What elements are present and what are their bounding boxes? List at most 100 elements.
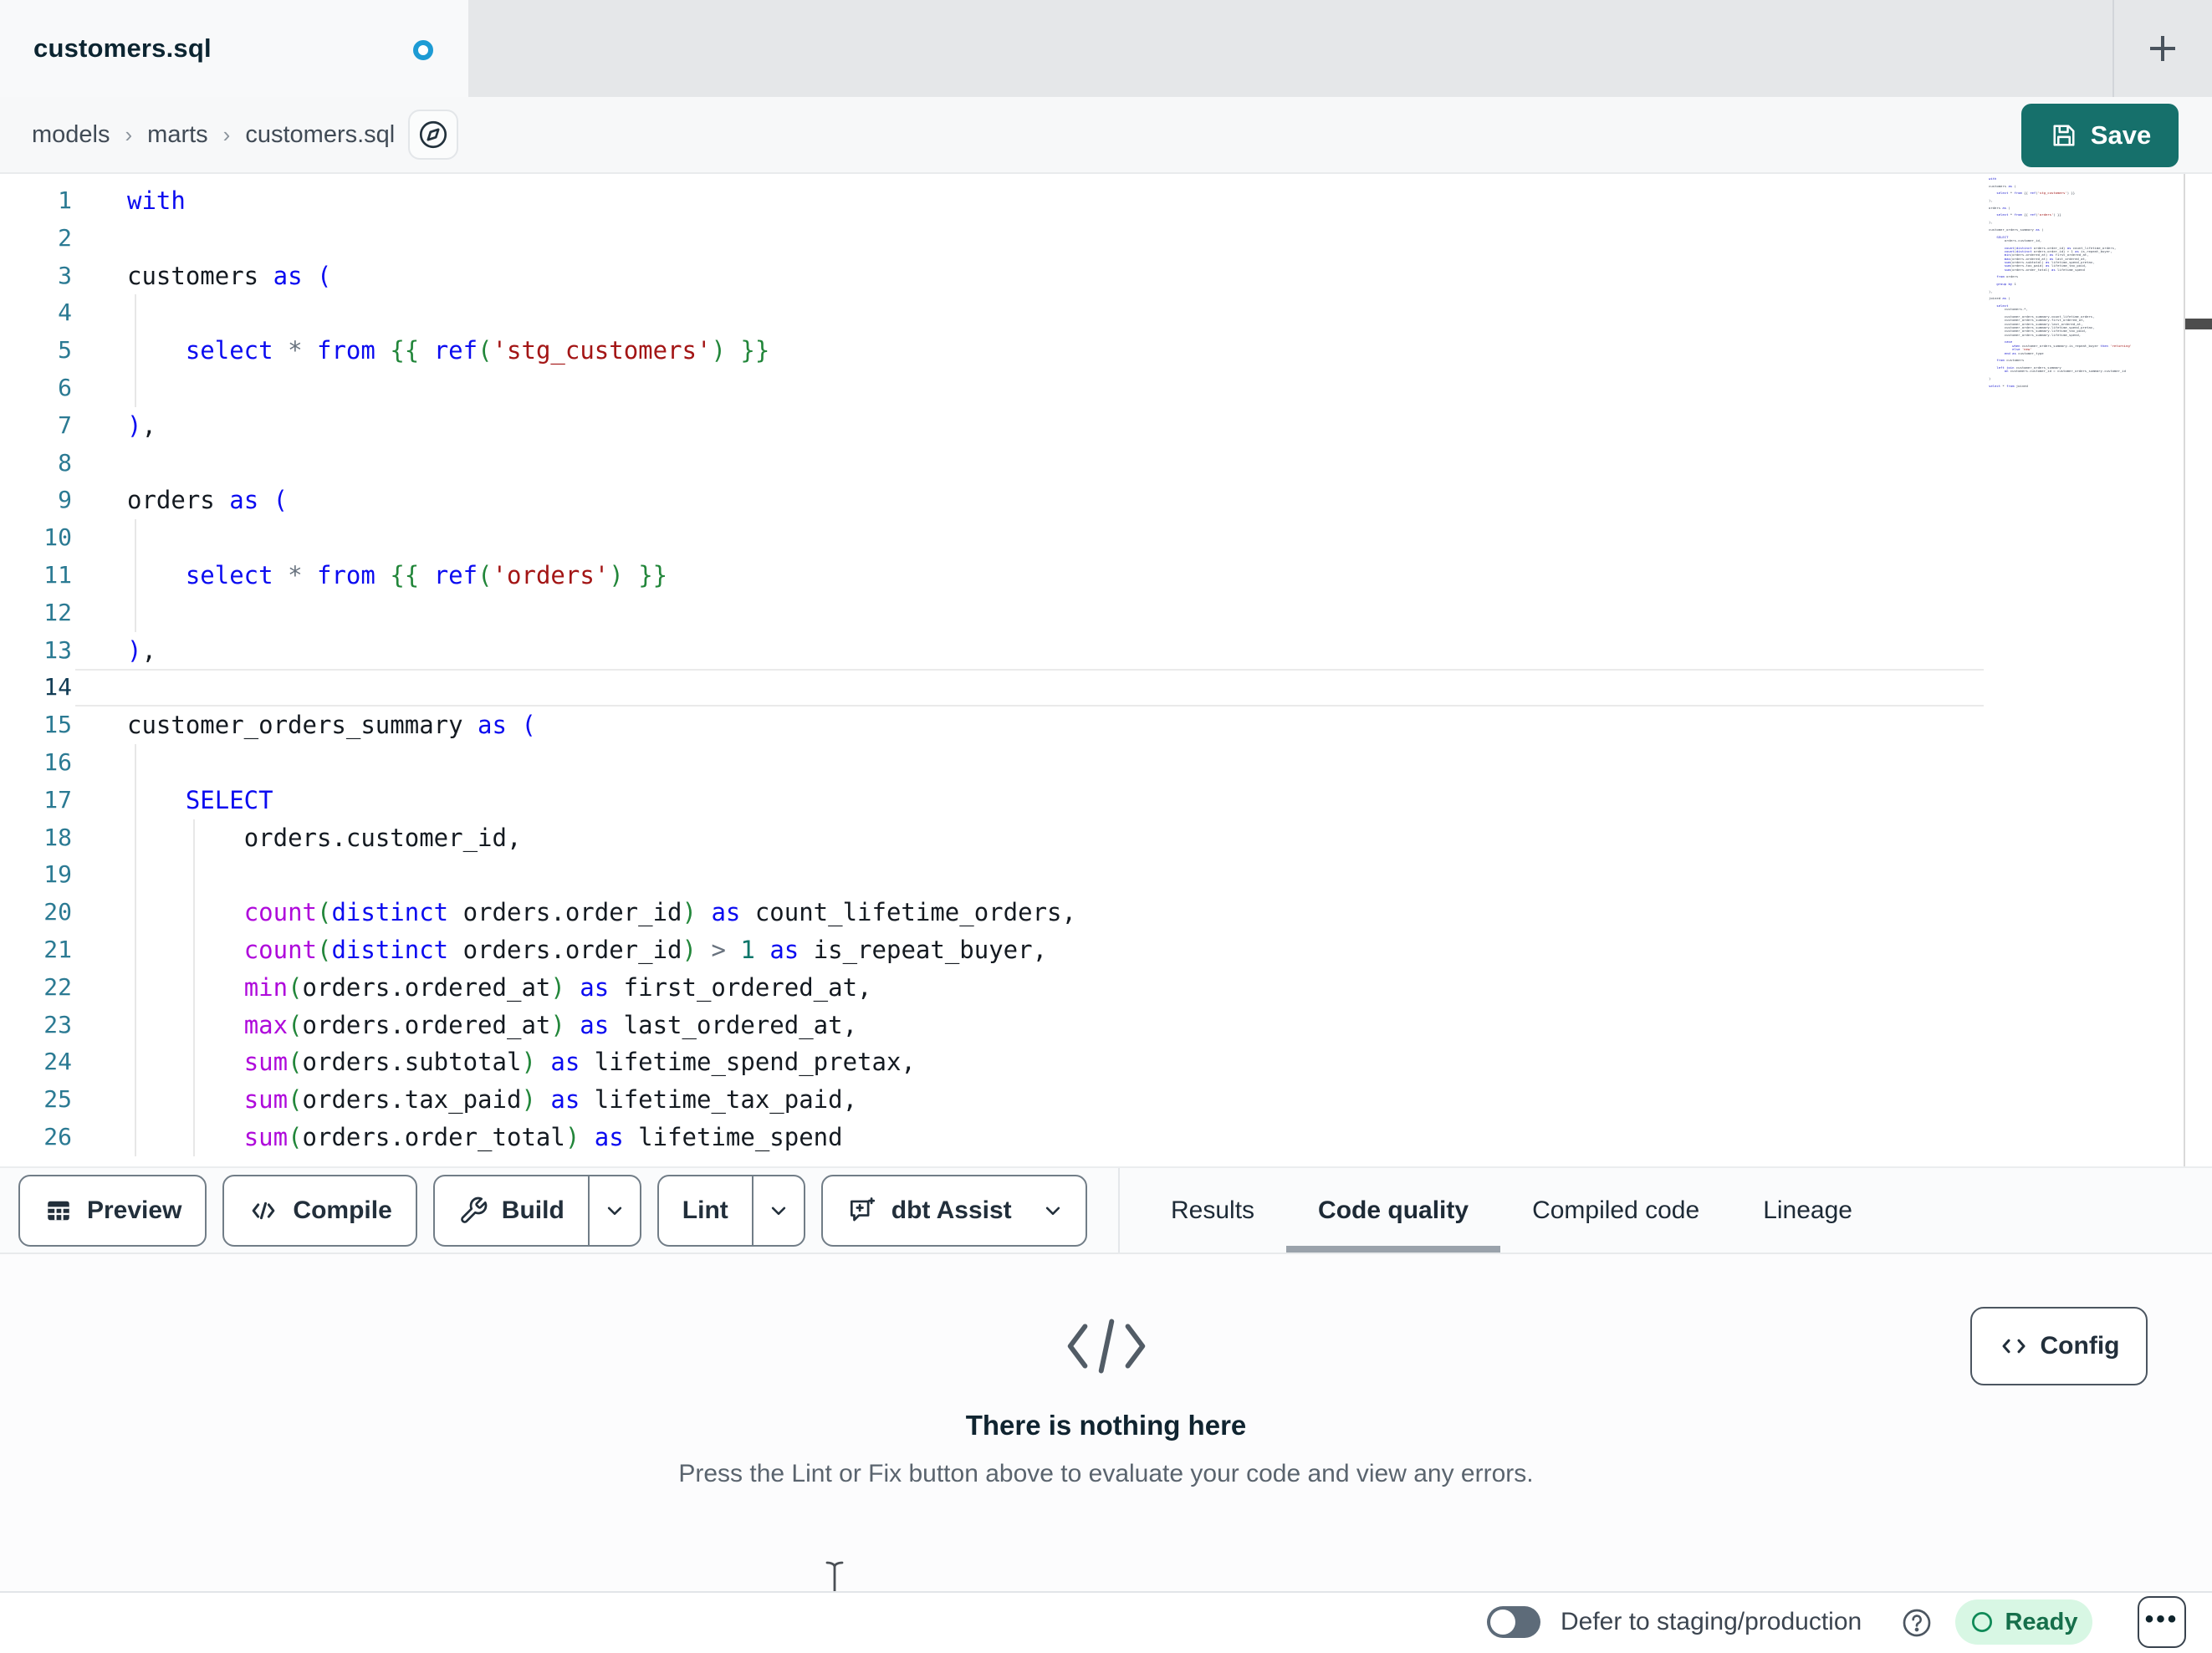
tab-code-quality[interactable]: Code quality [1286,1168,1501,1253]
toggle-knob [1490,1610,1515,1635]
lint-button-main[interactable]: Lint [659,1176,752,1245]
code-line-10[interactable]: 10 [0,519,2212,557]
code-line-18[interactable]: 18 orders.customer_id, [0,819,2212,857]
dbt-assist-button[interactable]: dbt Assist [820,1175,1087,1247]
breadcrumb-item-marts[interactable]: marts [147,121,208,149]
code-line-11[interactable]: 11 select * from {{ ref('orders') }} [0,557,2212,594]
build-button-main[interactable]: Build [435,1176,588,1245]
lint-button-label: Lint [682,1196,728,1224]
code-line-13[interactable]: 13), [0,632,2212,670]
defer-toggle[interactable] [1487,1606,1540,1638]
more-options-button[interactable]: ••• [2138,1596,2186,1648]
indent-guide [135,370,136,407]
status-badge-ready: Ready [1955,1599,2092,1645]
code-line-3[interactable]: 3 customers as ( [0,258,2212,295]
code-slash-icon [0,1306,2212,1386]
code-text: orders as ( [127,486,289,515]
breadcrumb-separator: › [125,121,133,147]
code-line-2[interactable]: 2 [0,220,2212,258]
lint-button[interactable]: Lint [656,1175,805,1247]
preview-button[interactable]: Preview [18,1175,207,1247]
code-line-24[interactable]: 24 sum(orders.subtotal) as lifetime_spen… [0,1043,2212,1082]
code-line-17[interactable]: 17 SELECT [0,781,2212,819]
line-number: 10 [43,523,72,552]
line-number: 2 [58,223,72,252]
breadcrumb-bar: models › marts › customers.sql Save [0,97,2212,174]
tab-results[interactable]: Results [1139,1168,1286,1253]
code-line-20[interactable]: 20 count(distinct orders.order_id) as co… [0,894,2212,931]
code-line-12[interactable]: 12 [0,594,2212,632]
code-line-8[interactable]: 8 [0,445,2212,482]
line-number: 19 [43,860,72,889]
line-number: 25 [43,1085,72,1114]
line-number: 5 [58,336,72,365]
code-line-7[interactable]: 7), [0,407,2212,445]
code-line-26[interactable]: 26 sum(orders.order_total) as lifetime_s… [0,1119,2212,1156]
lint-dropdown-button[interactable] [751,1176,804,1245]
tab-lineage[interactable]: Lineage [1731,1168,1884,1253]
toolbar-buttons: Preview Compile Build Lint dbt Assist [18,1175,1087,1247]
dbt-assist-button-main[interactable]: dbt Assist [823,1176,1035,1245]
breadcrumb-item-models[interactable]: models [32,121,110,149]
config-button[interactable]: Config [1970,1307,2148,1385]
code-line-22[interactable]: 22 min(orders.ordered_at) as first_order… [0,968,2212,1007]
config-button-label: Config [2040,1332,2120,1360]
build-button[interactable]: Build [432,1175,641,1247]
code-text: ), [127,411,156,440]
breadcrumb-item-customers-sql[interactable]: customers.sql [245,121,395,149]
save-button[interactable]: Save [2021,104,2179,167]
line-number: 17 [43,785,72,814]
code-line-25[interactable]: 25 sum(orders.tax_paid) as lifetime_tax_… [0,1081,2212,1119]
compass-icon [419,120,447,149]
line-number: 9 [58,486,72,514]
compile-button-main[interactable]: Compile [224,1176,415,1245]
chat-sparkle-icon [846,1195,878,1227]
indent-guide [135,856,136,895]
code-line-6[interactable]: 6 [0,370,2212,407]
code-text: orders.customer_id, [243,823,522,852]
code-line-19[interactable]: 19 [0,856,2212,895]
minimap[interactable]: with customers as ( select * from {{ ref… [1989,177,2183,396]
dbt-ide-window: customers.sql models › marts › customers.sql… [0,0,2212,1653]
preview-button-label: Preview [87,1196,182,1224]
code-line-4[interactable]: 4 [0,294,2212,333]
save-button-label: Save [2090,120,2152,150]
code-area: 1 with 2 3 customers as ( 4 5 select * from {{… [0,182,2212,1161]
code-text: SELECT [185,785,273,814]
line-number: 14 [43,673,72,702]
compile-button[interactable]: Compile [222,1175,417,1247]
line-number: 21 [43,936,72,963]
line-number: 11 [43,561,72,589]
build-dropdown-button[interactable] [587,1176,640,1245]
code-text: max(orders.ordered_at) as last_ordered_a… [243,1010,858,1039]
code-editor[interactable]: 1 with 2 3 customers as ( 4 5 select * from {{… [0,174,2212,1166]
line-number: 22 [43,972,72,1001]
code-line-5[interactable]: 5 select * from {{ ref('stg_customers') … [0,332,2212,370]
tab-bar-separator [2112,0,2114,97]
code-line-15[interactable]: 15 customer_orders_summary as ( [0,707,2212,744]
dbt-assist-button-label: dbt Assist [891,1196,1012,1224]
indent-guide [192,856,195,895]
code-line-21[interactable]: 21 count(distinct orders.order_id) > 1 a… [0,931,2212,969]
code-text: min(orders.ordered_at) as first_ordered_… [243,972,872,1002]
file-tab-title: customers.sql [33,33,212,63]
file-tab-customers-sql[interactable]: customers.sql [0,0,468,97]
code-line-23[interactable]: 23 max(orders.ordered_at) as last_ordere… [0,1006,2212,1044]
floppy-icon [2053,125,2075,146]
line-number: 24 [43,1048,72,1076]
explore-lineage-button[interactable] [408,110,458,160]
preview-button-main[interactable]: Preview [20,1176,205,1245]
line-number: 20 [43,898,72,926]
code-line-14[interactable]: 14 [0,669,2212,707]
line-number: 6 [58,374,72,401]
code-line-16[interactable]: 16 [0,744,2212,782]
status-badge-label: Ready [2005,1608,2078,1635]
line-number: 12 [43,598,72,626]
code-line-1[interactable]: 1 with [0,182,2212,220]
code-text: customers as ( [127,261,332,290]
help-icon[interactable] [1900,1606,1934,1640]
tab-compiled-code[interactable]: Compiled code [1500,1168,1731,1253]
line-number: 3 [58,261,72,289]
new-tab-button[interactable] [2138,23,2188,74]
code-line-9[interactable]: 9 orders as ( [0,482,2212,519]
